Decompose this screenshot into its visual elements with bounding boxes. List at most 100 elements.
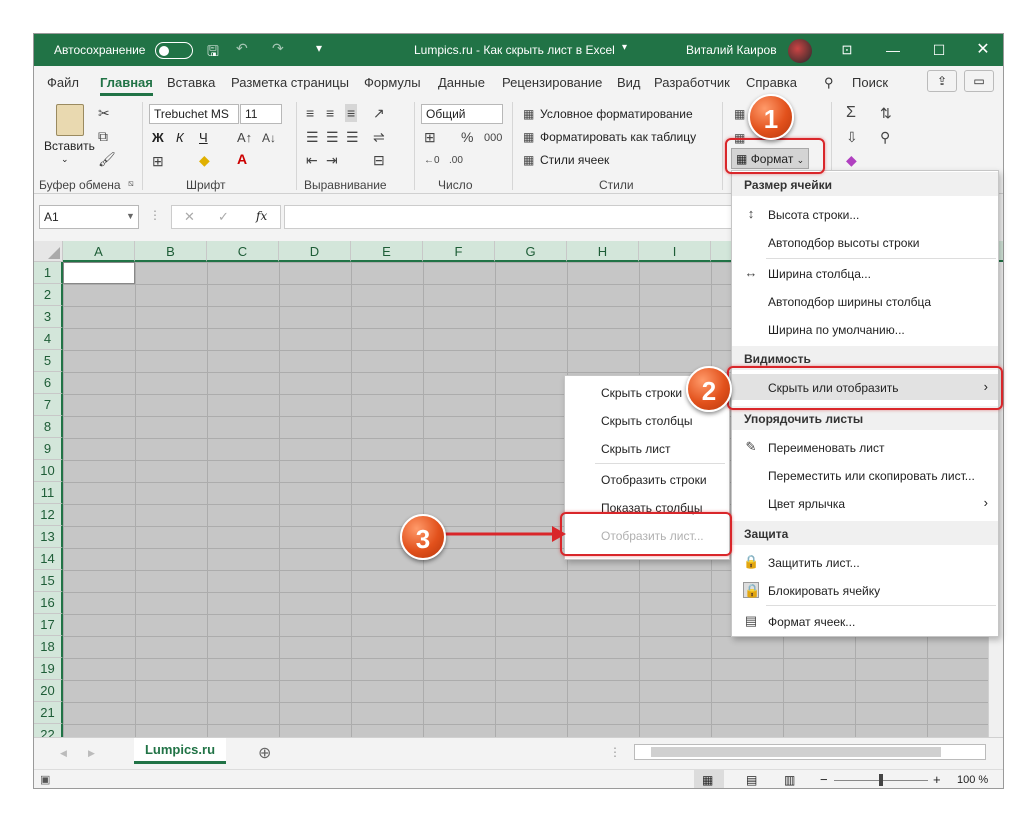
undo-icon[interactable]: ↶ [236,40,248,57]
row-header[interactable]: 13 [34,526,63,548]
next-sheet-icon[interactable]: ▶ [88,748,95,759]
autofit-row-item[interactable]: Автоподбор высоты строки [732,229,998,255]
active-cell[interactable] [63,262,135,284]
italic-button[interactable]: К [176,130,184,145]
clipboard-launcher-icon[interactable]: ⧅ [128,178,134,189]
paste-icon[interactable] [56,104,84,136]
row-header[interactable]: 11 [34,482,63,504]
decrease-indent-icon[interactable]: ⇤ [306,153,318,167]
row-header[interactable]: 17 [34,614,63,636]
increase-decimal-icon[interactable]: ←0 [424,154,440,168]
qat-customize-icon[interactable]: ▾ [316,41,322,55]
save-icon[interactable]: 🖫 [207,41,219,65]
row-header[interactable]: 19 [34,658,63,680]
fill-color-icon[interactable]: ◆ [199,153,210,167]
row-height-item[interactable]: ↕ Высота строки... [732,201,998,227]
autosum-icon[interactable]: Σ [846,105,856,121]
row-header[interactable]: 1 [34,262,63,284]
tab-review[interactable]: Рецензирование [502,75,602,90]
column-header[interactable]: G [495,241,567,262]
number-format-select[interactable]: Общий [421,104,503,124]
cut-icon[interactable]: ✂ [98,106,110,120]
align-left-icon[interactable]: ☰ [306,130,319,144]
conditional-formatting-button[interactable]: Условное форматирование [540,107,693,121]
user-name[interactable]: Виталий Каиров [686,43,777,57]
show-rows-item[interactable]: Отобразить строки [565,466,729,492]
column-header[interactable]: H [567,241,639,262]
row-header[interactable]: 12 [34,504,63,526]
font-name-select[interactable]: Trebuchet MS [149,104,239,124]
default-width-item[interactable]: Ширина по умолчанию... [732,316,998,342]
comments-icon[interactable]: ▭ [964,70,994,92]
clear-icon[interactable]: ◆ [846,153,857,167]
row-header[interactable]: 18 [34,636,63,658]
add-sheet-icon[interactable]: ⊕ [258,743,271,763]
hide-sheet-item[interactable]: Скрыть лист [565,435,729,461]
format-as-table-button[interactable]: Форматировать как таблицу [540,130,696,144]
protect-sheet-item[interactable]: 🔒 Защитить лист... [732,549,998,575]
underline-button[interactable]: Ч [199,130,208,145]
search-label[interactable]: Поиск [852,75,888,90]
row-header[interactable]: 7 [34,394,63,416]
align-right-icon[interactable]: ☰ [346,130,359,144]
column-header[interactable]: A [63,241,135,262]
borders-icon[interactable]: ⊞ [152,154,164,168]
document-title[interactable]: Lumpics.ru - Как скрыть лист в Excel [414,43,615,57]
tab-color-item[interactable]: Цвет ярлычка › [732,490,998,516]
autofit-column-item[interactable]: Автоподбор ширины столбца [732,288,998,314]
wrap-text-icon[interactable]: ⇌ [373,130,385,144]
cell-styles-button[interactable]: Стили ячеек [540,153,609,167]
row-header[interactable]: 6 [34,372,63,394]
share-icon[interactable]: ⇪ [927,70,957,92]
column-header[interactable]: E [351,241,423,262]
column-width-item[interactable]: ↔ Ширина столбца... [732,260,998,286]
font-color-icon[interactable]: A [237,152,247,166]
search-icon[interactable]: ⚲ [824,75,834,91]
row-header[interactable]: 20 [34,680,63,702]
maximize-button[interactable]: ☐ [916,34,962,66]
conditional-formatting-icon[interactable]: ▦ [523,107,534,121]
shrink-font-icon[interactable]: A↓ [262,131,276,145]
select-all-button[interactable] [34,241,63,262]
find-select-icon[interactable]: ⚲ [880,130,890,144]
close-button[interactable]: ✕ [960,34,1003,66]
split-handle[interactable]: ⋮ [609,745,621,759]
row-header[interactable]: 22 [34,724,63,737]
tab-home[interactable]: Главная [100,75,153,96]
row-header[interactable]: 8 [34,416,63,438]
tab-data[interactable]: Данные [438,75,485,90]
row-header[interactable]: 21 [34,702,63,724]
copy-icon[interactable]: ⧉ [98,129,108,143]
currency-icon[interactable]: ⊞ [424,130,436,144]
page-layout-view-icon[interactable]: ▤ [746,773,757,787]
row-header[interactable]: 9 [34,438,63,460]
row-header[interactable]: 4 [34,328,63,350]
column-header[interactable]: D [279,241,351,262]
row-header[interactable]: 16 [34,592,63,614]
rename-sheet-item[interactable]: ✎ Переименовать лист [732,434,998,460]
fill-icon[interactable]: ⇩ [846,130,858,144]
column-header[interactable]: B [135,241,207,262]
tab-view[interactable]: Вид [617,75,641,90]
align-middle-icon[interactable]: ≡ [326,106,334,120]
row-header[interactable]: 3 [34,306,63,328]
zoom-level[interactable]: 100 % [957,774,988,786]
align-center-icon[interactable]: ☰ [326,130,339,144]
zoom-out-icon[interactable]: − [820,772,828,787]
align-top-icon[interactable]: ≡ [306,106,314,120]
bold-button[interactable]: Ж [152,130,164,145]
row-header[interactable]: 5 [34,350,63,372]
horizontal-scrollbar[interactable] [634,744,986,760]
column-header[interactable]: F [423,241,495,262]
column-header[interactable]: C [207,241,279,262]
prev-sheet-icon[interactable]: ◀ [60,748,67,759]
page-break-view-icon[interactable]: ▥ [784,773,795,787]
name-box[interactable]: A1 [39,205,139,229]
row-header[interactable]: 2 [34,284,63,306]
move-copy-item[interactable]: Переместить или скопировать лист... [732,462,998,488]
orientation-icon[interactable]: ↗ [373,106,385,120]
zoom-in-icon[interactable]: + [933,772,941,787]
increase-indent-icon[interactable]: ⇥ [326,153,338,167]
font-size-select[interactable]: 11 [240,104,282,124]
insert-function-button[interactable]: fx [256,209,267,223]
